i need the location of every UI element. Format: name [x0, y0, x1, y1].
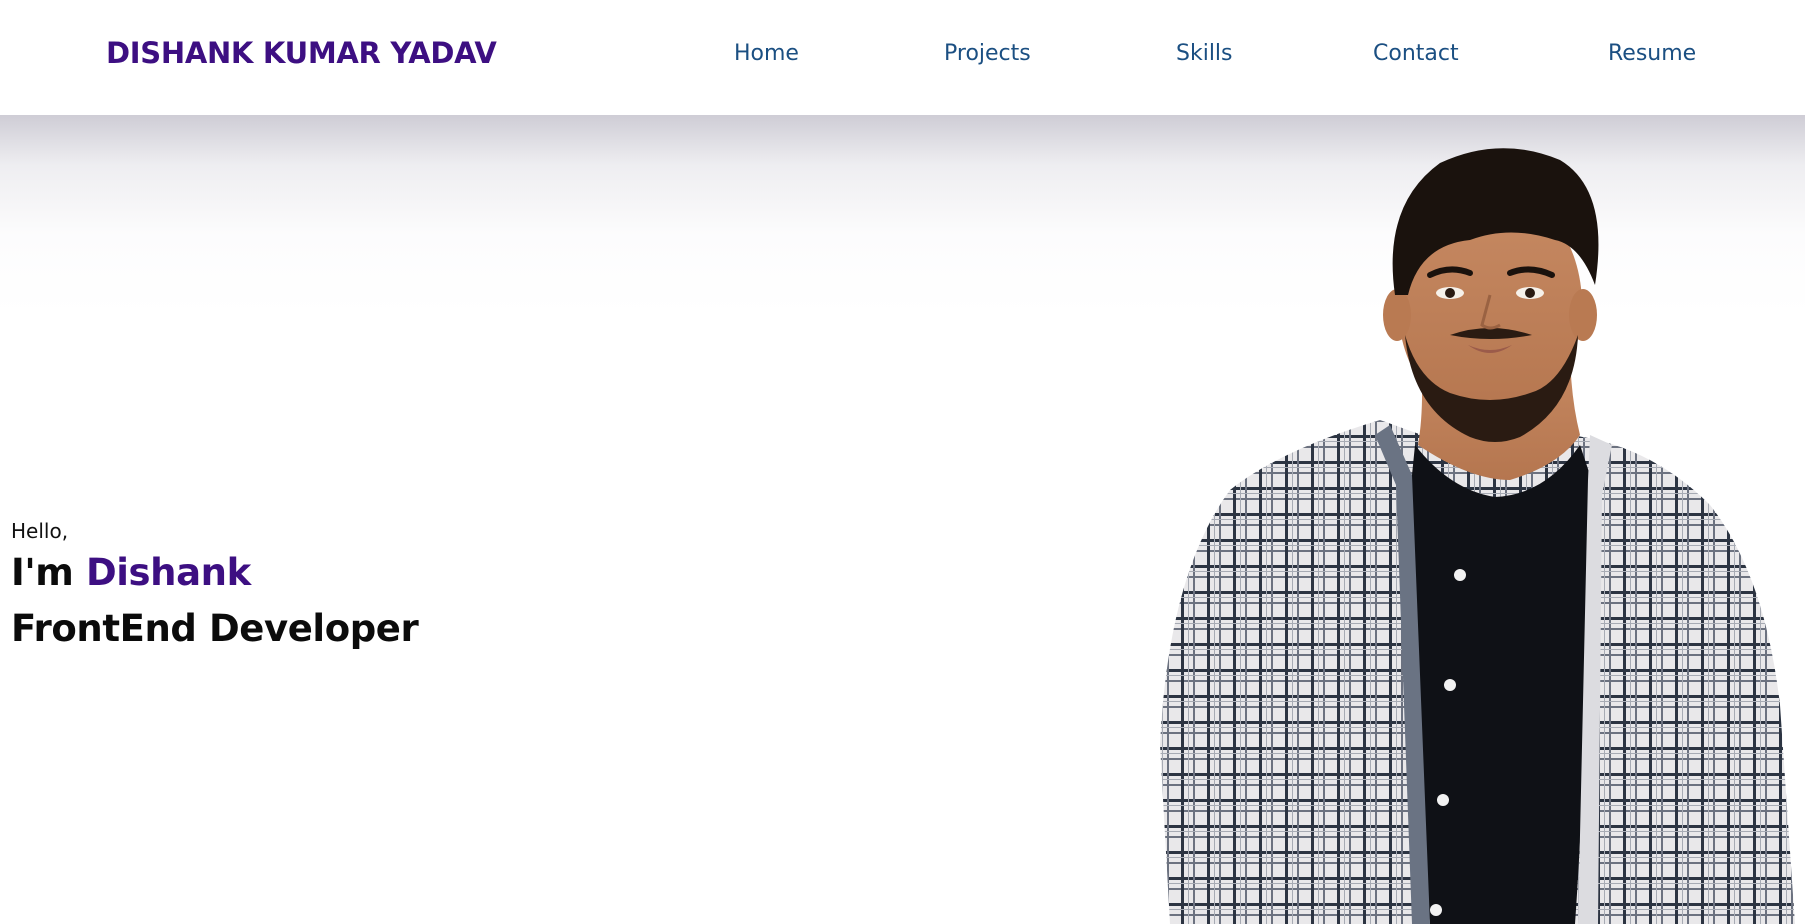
- top-navbar: DISHANK KUMAR YADAV Home Projects Skills…: [0, 0, 1805, 115]
- nav-link-resume[interactable]: Resume: [1608, 41, 1696, 66]
- hero-role: FrontEnd Developer: [11, 607, 419, 650]
- hero-greeting: Hello,: [11, 519, 69, 543]
- site-brand[interactable]: DISHANK KUMAR YADAV: [106, 36, 497, 70]
- nav-link-projects[interactable]: Projects: [944, 41, 1031, 66]
- nav-link-home[interactable]: Home: [734, 41, 799, 66]
- hero-intro-prefix: I'm: [11, 551, 86, 594]
- hero-name: Dishank: [85, 551, 251, 594]
- hero-intro: I'm Dishank: [11, 551, 251, 594]
- portfolio-page: DISHANK KUMAR YADAV Home Projects Skills…: [0, 0, 1805, 924]
- tshirt-shape: [1411, 445, 1590, 924]
- nav-link-skills[interactable]: Skills: [1176, 41, 1233, 66]
- profile-photo: [1160, 148, 1795, 924]
- nav-link-contact[interactable]: Contact: [1373, 41, 1459, 66]
